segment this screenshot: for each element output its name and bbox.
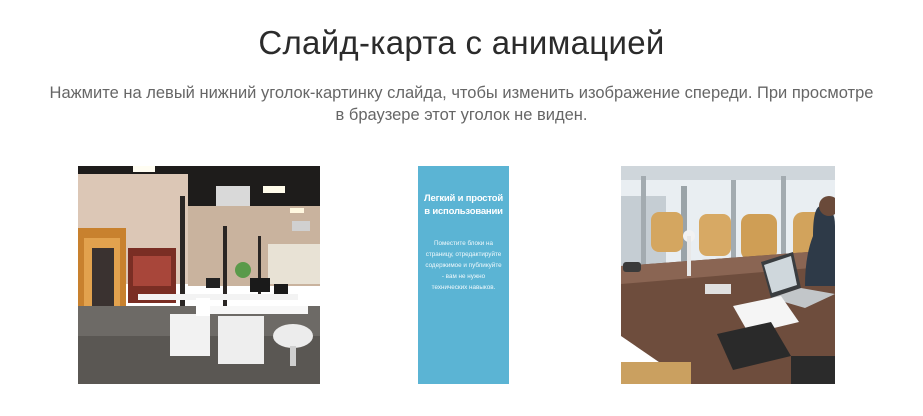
page-title: Слайд-карта с анимацией — [258, 24, 665, 61]
meeting-room-photo — [621, 166, 835, 384]
card-text: Поместите блоки на страницу, отредактиру… — [425, 240, 502, 291]
office-photo — [78, 166, 320, 384]
page-subtitle: Нажмите на левый нижний уголок-картинку … — [49, 84, 874, 124]
slide-card-meeting[interactable] — [621, 166, 835, 384]
slide-card-text[interactable]: Легкий и простой в использовании Помести… — [418, 166, 509, 384]
card-heading: Легкий и простой в использовании — [424, 193, 503, 217]
slide-card-office[interactable] — [78, 166, 320, 384]
